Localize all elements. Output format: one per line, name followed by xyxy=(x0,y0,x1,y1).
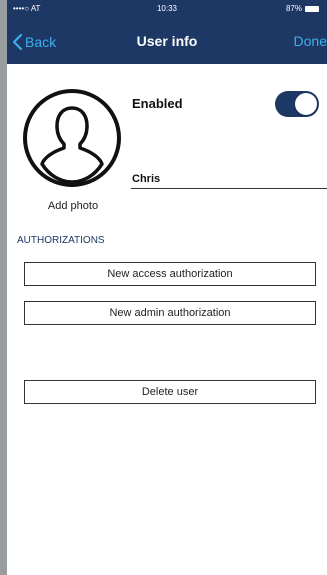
authorizations-header: AUTHORIZATIONS xyxy=(17,235,105,246)
enabled-label: Enabled xyxy=(132,96,183,111)
battery-percent: 87% xyxy=(285,4,302,13)
enabled-toggle[interactable] xyxy=(275,91,319,117)
status-bar: ••••○ AT 10:33 87% xyxy=(7,0,327,18)
page-title: User info xyxy=(136,33,198,49)
new-admin-authorization-button[interactable]: New admin authorization xyxy=(24,301,316,325)
add-photo-link[interactable]: Add photo xyxy=(25,200,121,212)
avatar-placeholder[interactable] xyxy=(22,88,122,188)
status-time: 10:33 xyxy=(156,4,178,13)
user-silhouette-icon xyxy=(23,89,121,187)
battery-status: 87% xyxy=(286,4,319,13)
phone-screen: ••••○ AT 10:33 87% Back User info Done A… xyxy=(7,0,327,575)
toggle-knob xyxy=(295,93,317,115)
delete-user-button[interactable]: Delete user xyxy=(24,380,316,404)
new-access-authorization-button[interactable]: New access authorization xyxy=(24,262,316,286)
battery-icon xyxy=(305,5,319,12)
navigation-bar: Back User info Done xyxy=(7,18,327,64)
done-button[interactable]: Done xyxy=(294,33,327,49)
name-input[interactable] xyxy=(131,171,327,189)
